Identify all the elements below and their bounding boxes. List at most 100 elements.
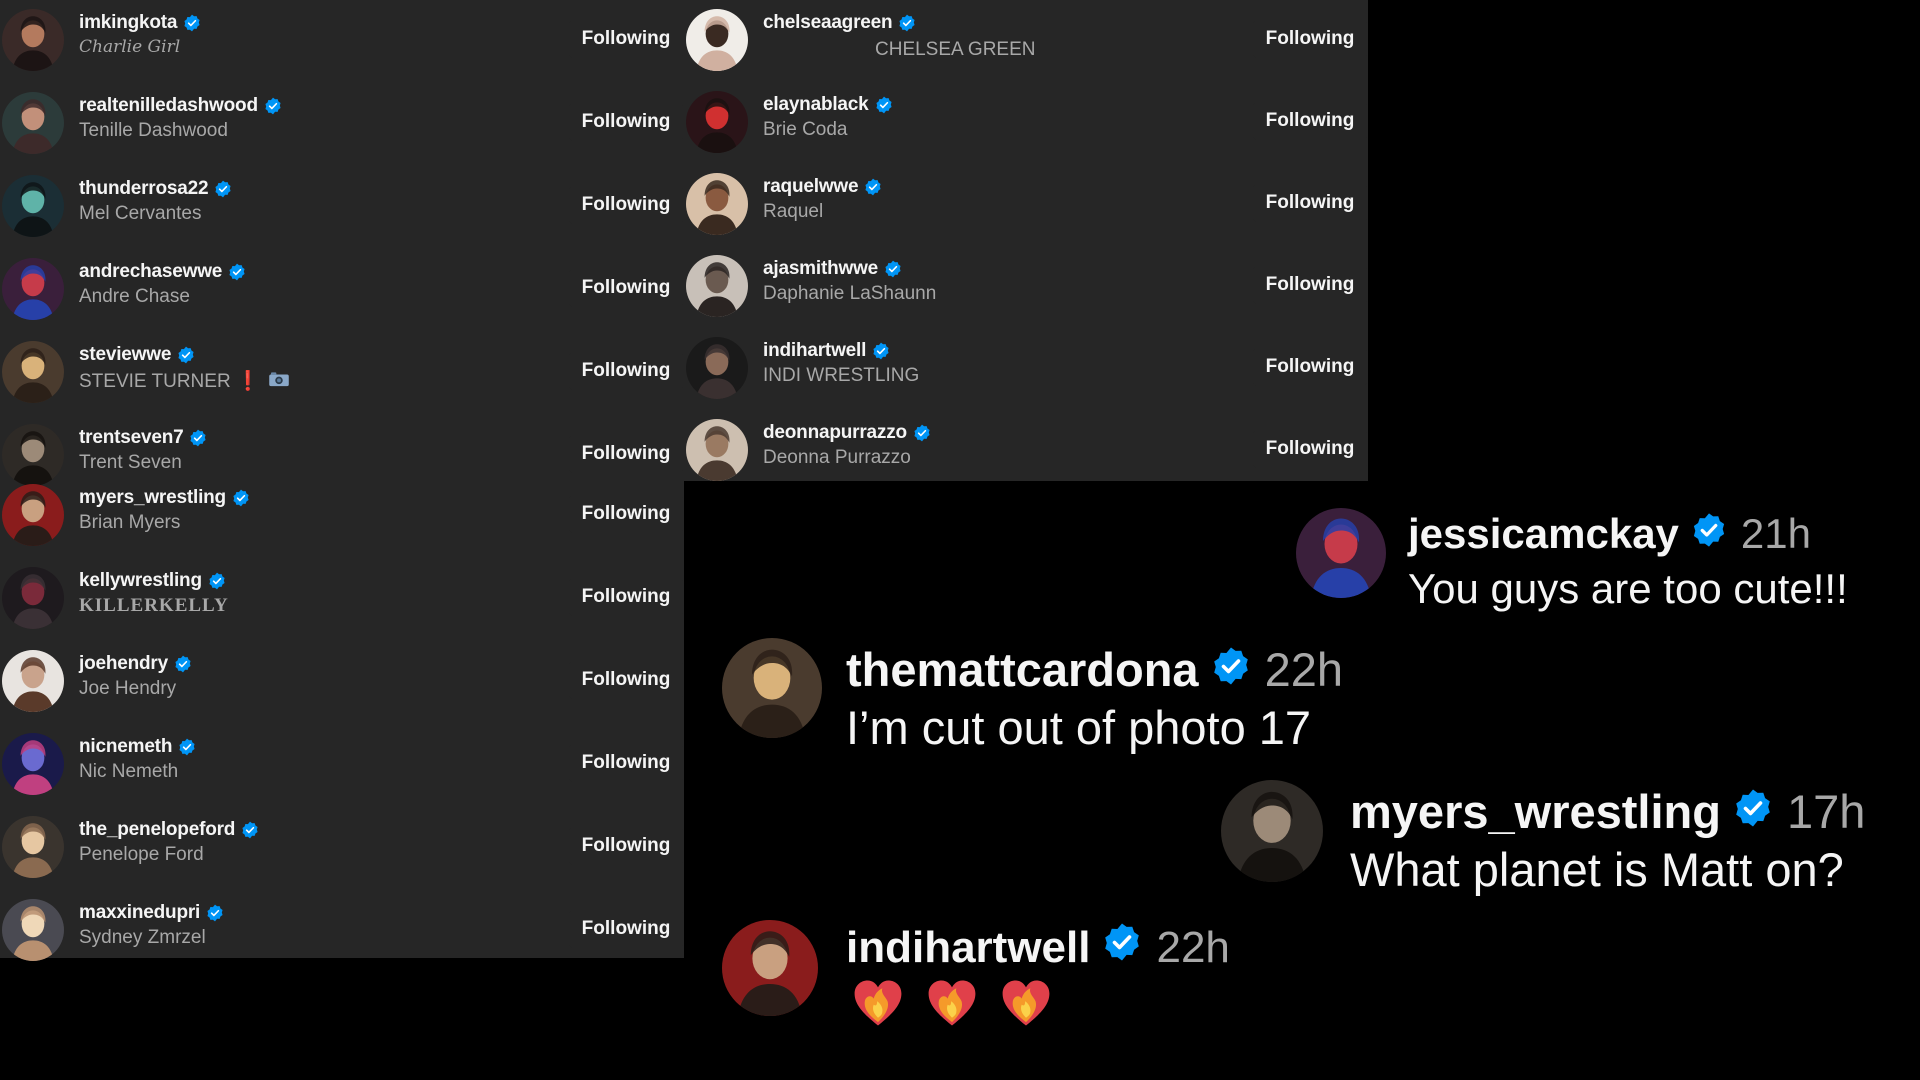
following-button[interactable]: Following (1252, 347, 1368, 387)
user-info: elaynablack Brie Coda (763, 92, 893, 141)
comment-username[interactable]: myers_wrestling (1350, 784, 1721, 839)
following-button[interactable]: Following (568, 909, 684, 949)
username[interactable]: deonnapurrazzo (763, 422, 907, 444)
avatar[interactable] (2, 816, 64, 878)
comment-username[interactable]: jessicamckay (1408, 510, 1679, 558)
username[interactable]: maxxinedupri (79, 902, 200, 924)
follow-list-item: kellywrestling KILLERKELLY Following (0, 558, 684, 640)
display-name: Sydney Zmrzel (79, 927, 206, 948)
follow-list-item: joehendry Joe Hendry Following (0, 641, 684, 723)
display-name: Daphanie LaShaunn (763, 283, 937, 304)
heart-on-fire-emoji-icon (926, 978, 978, 1039)
following-button[interactable]: Following (568, 19, 684, 59)
following-button[interactable]: Following (568, 577, 684, 617)
comment-username[interactable]: themattcardona (846, 642, 1199, 697)
username[interactable]: thunderrosa22 (79, 178, 209, 200)
username[interactable]: chelseaagreen (763, 12, 893, 34)
avatar[interactable] (2, 92, 64, 154)
avatar[interactable] (2, 9, 64, 71)
username[interactable]: nicnemeth (79, 736, 172, 758)
avatar[interactable] (2, 341, 64, 403)
username[interactable]: kellywrestling (79, 570, 202, 592)
display-name: Trent Seven (79, 452, 182, 473)
comment-text: What planet is Matt on? (1350, 843, 1844, 896)
following-button[interactable]: Following (1252, 19, 1368, 59)
avatar[interactable] (2, 650, 64, 712)
avatar[interactable] (2, 175, 64, 237)
following-button[interactable]: Following (568, 743, 684, 783)
avatar[interactable] (2, 567, 64, 629)
follow-list-item: chelseaagreen CHELSEA GREEN Following (684, 0, 1368, 82)
follow-list-item: nicnemeth Nic Nemeth Following (0, 724, 684, 806)
comment-text: You guys are too cute!!! (1408, 565, 1848, 612)
avatar[interactable] (686, 173, 748, 235)
username[interactable]: myers_wrestling (79, 487, 226, 509)
following-button[interactable]: Following (1252, 183, 1368, 223)
username[interactable]: imkingkota (79, 12, 178, 34)
avatar[interactable] (686, 9, 748, 71)
display-name: KILLERKELLY (79, 595, 229, 616)
avatar[interactable] (686, 91, 748, 153)
comment-avatar[interactable] (1221, 780, 1323, 882)
following-button[interactable]: Following (1252, 101, 1368, 141)
follow-list-item: realtenilledashwood Tenille Dashwood Foll… (0, 83, 684, 165)
avatar[interactable] (2, 733, 64, 795)
verified-badge-icon (875, 96, 893, 114)
following-button[interactable]: Following (568, 826, 684, 866)
display-name: INDI WRESTLING (763, 365, 920, 386)
verified-badge-icon (884, 260, 902, 278)
username[interactable]: raquelwwe (763, 176, 859, 198)
comment-avatar[interactable] (1296, 508, 1386, 598)
following-button[interactable]: Following (568, 102, 684, 142)
username[interactable]: joehendry (79, 653, 168, 675)
following-button[interactable]: Following (568, 268, 684, 308)
verified-badge-icon (174, 655, 192, 673)
user-info: steviewwe STEVIE TURNER ❗ (79, 342, 290, 393)
avatar[interactable] (686, 255, 748, 317)
username[interactable]: indihartwell (763, 340, 866, 362)
verified-badge-icon (178, 738, 196, 756)
follow-list-item: maxxinedupri Sydney Zmrzel Following (0, 890, 684, 972)
user-info: raquelwwe Raquel (763, 174, 882, 223)
verified-badge-icon (872, 342, 890, 360)
user-info: ajasmithwwe Daphanie LaShaunn (763, 256, 936, 305)
following-button[interactable]: Following (568, 351, 684, 391)
username[interactable]: ajasmithwwe (763, 258, 878, 280)
user-info: thunderrosa22 Mel Cervantes (79, 176, 232, 225)
display-name: Joe Hendry (79, 678, 177, 699)
comment-avatar[interactable] (722, 920, 818, 1016)
verified-badge-icon (183, 14, 201, 32)
username[interactable]: trentseven7 (79, 427, 184, 449)
following-button[interactable]: Following (1252, 265, 1368, 305)
following-button[interactable]: Following (1252, 429, 1368, 469)
following-button[interactable]: Following (568, 185, 684, 225)
following-button[interactable]: Following (568, 494, 684, 534)
avatar[interactable] (686, 419, 748, 481)
comment-timestamp: 21h (1740, 510, 1811, 557)
username[interactable]: realtenilledashwood (79, 95, 258, 117)
comment-avatar[interactable] (722, 638, 822, 738)
username[interactable]: the_penelopeford (79, 819, 235, 841)
display-name: STEVIE TURNER ❗ (79, 369, 290, 393)
follow-list-item: myers_wrestling Brian Myers Following (0, 475, 684, 557)
avatar[interactable] (2, 899, 64, 961)
verified-badge-icon (864, 178, 882, 196)
avatar[interactable] (2, 484, 64, 546)
comment-username[interactable]: indihartwell (846, 923, 1090, 973)
follow-list-item: indihartwell INDI WRESTLING Following (684, 328, 1368, 410)
display-name: Raquel (763, 201, 824, 222)
user-info: trentseven7 Trent Seven (79, 425, 207, 474)
username[interactable]: andrechasewwe (79, 261, 222, 283)
username[interactable]: elaynablack (763, 94, 869, 116)
user-info: nicnemeth Nic Nemeth (79, 734, 196, 783)
avatar[interactable] (686, 337, 748, 399)
following-list-left: imkingkota Charlie Girl Following realten… (0, 0, 684, 961)
follow-list-item: elaynablack Brie Coda Following (684, 82, 1368, 164)
user-info: kellywrestling KILLERKELLY (79, 568, 229, 617)
display-name: CHELSEA GREEN (875, 39, 1036, 60)
avatar[interactable] (2, 258, 64, 320)
following-button[interactable]: Following (568, 434, 684, 474)
following-button[interactable]: Following (568, 660, 684, 700)
username[interactable]: steviewwe (79, 344, 171, 366)
verified-badge-icon (1733, 784, 1773, 839)
